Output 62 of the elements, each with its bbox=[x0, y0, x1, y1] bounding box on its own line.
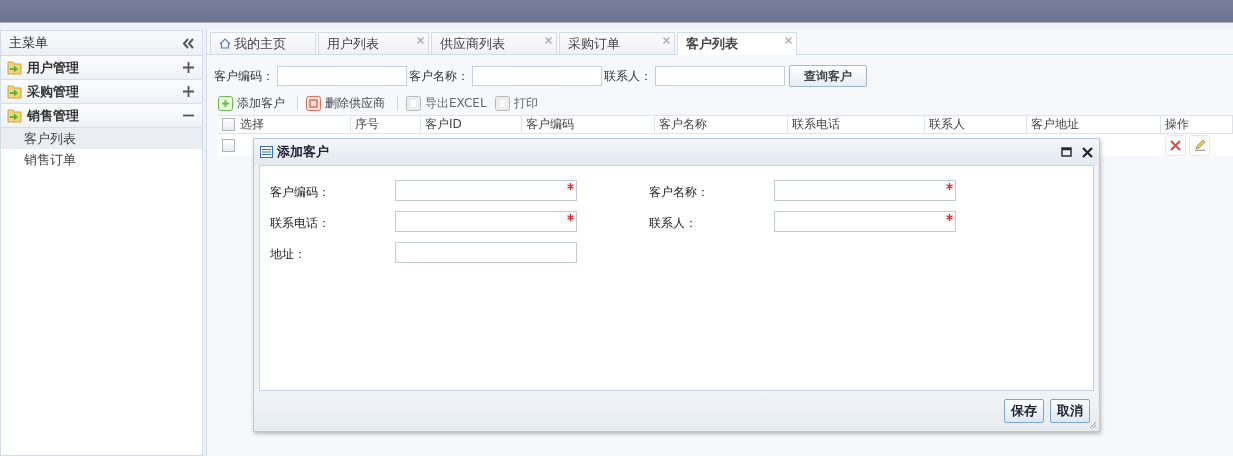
column-header-label: 客户编码 bbox=[526, 116, 574, 133]
delete-icon bbox=[306, 95, 321, 111]
input-field[interactable] bbox=[395, 211, 577, 232]
search-field[interactable] bbox=[655, 66, 785, 86]
column-header-label: 操作 bbox=[1165, 116, 1189, 133]
field-label: 地址： bbox=[270, 246, 307, 263]
dialog-button[interactable]: 取消 bbox=[1050, 399, 1090, 423]
search-field[interactable] bbox=[277, 66, 407, 86]
field-label: 客户名称： bbox=[409, 67, 469, 85]
tab[interactable]: 用户列表 bbox=[318, 32, 429, 54]
toolbar-button[interactable]: 删除供应商 bbox=[306, 94, 389, 112]
input-field[interactable] bbox=[774, 180, 956, 201]
collapse-icon[interactable] bbox=[182, 37, 194, 49]
tab[interactable]: 采购订单 bbox=[559, 32, 675, 54]
field-label: 客户编码： bbox=[270, 184, 331, 201]
dialog-button[interactable]: 保存 bbox=[1004, 399, 1044, 423]
column-header-label: 客户地址 bbox=[1031, 116, 1079, 133]
input-field[interactable] bbox=[774, 211, 956, 232]
sidebar-title: 主菜单 bbox=[9, 34, 48, 52]
menu-item[interactable]: 客户列表 bbox=[1, 128, 202, 149]
tab[interactable]: 客户列表 bbox=[677, 32, 797, 55]
tab[interactable]: 我的主页 bbox=[210, 32, 316, 54]
delete-icon[interactable] bbox=[1165, 134, 1186, 156]
column-header-label: 联系人 bbox=[929, 116, 965, 133]
dialog-title: 添加客户 bbox=[277, 143, 329, 161]
tab[interactable]: 供应商列表 bbox=[431, 32, 557, 54]
close-icon[interactable] bbox=[1082, 146, 1093, 158]
column-header-label: 序号 bbox=[355, 116, 379, 133]
field-label: 客户名称： bbox=[649, 184, 710, 201]
column-header-label: 客户名称 bbox=[659, 116, 707, 133]
input-field[interactable] bbox=[395, 242, 577, 263]
input-field[interactable] bbox=[395, 180, 577, 201]
field-label: 客户编码： bbox=[214, 67, 274, 85]
toolbar-button[interactable]: 导出EXCEL bbox=[406, 94, 491, 112]
menu-group-label: 用户管理 bbox=[27, 58, 80, 77]
column-header-label: 选择 bbox=[240, 116, 264, 133]
select-all-checkbox[interactable] bbox=[222, 118, 235, 131]
form-icon bbox=[260, 146, 273, 158]
column-header-label: 联系电话 bbox=[792, 116, 840, 133]
search-field[interactable] bbox=[472, 66, 602, 86]
maximize-icon[interactable] bbox=[1061, 147, 1072, 157]
menu-group-label: 采购管理 bbox=[27, 82, 80, 101]
folder-arrow-icon bbox=[7, 60, 23, 75]
menu-group-label: 销售管理 bbox=[27, 106, 80, 125]
menu-group[interactable]: 用户管理 bbox=[1, 56, 202, 80]
search-button[interactable]: 查询客户 bbox=[789, 65, 867, 87]
row-checkbox[interactable] bbox=[222, 138, 235, 152]
field-label: 联系人： bbox=[649, 215, 698, 232]
folder-arrow-icon bbox=[7, 84, 23, 99]
resize-grip-icon[interactable] bbox=[1089, 421, 1097, 429]
toolbar-button[interactable]: 添加客户 bbox=[218, 94, 289, 112]
toolbar-button[interactable]: 打印 bbox=[494, 94, 542, 112]
home-icon bbox=[219, 38, 231, 49]
pencil-icon[interactable] bbox=[1189, 134, 1210, 156]
column-header-label: 客户ID bbox=[425, 116, 462, 133]
menu-group[interactable]: 采购管理 bbox=[1, 80, 202, 104]
menu-item[interactable]: 销售订单 bbox=[1, 149, 202, 170]
field-label: 联系电话： bbox=[270, 215, 331, 232]
menu-group[interactable]: 销售管理 bbox=[1, 104, 202, 128]
field-label: 联系人： bbox=[604, 67, 652, 85]
add-icon bbox=[218, 95, 233, 111]
folder-arrow-icon bbox=[7, 108, 23, 123]
